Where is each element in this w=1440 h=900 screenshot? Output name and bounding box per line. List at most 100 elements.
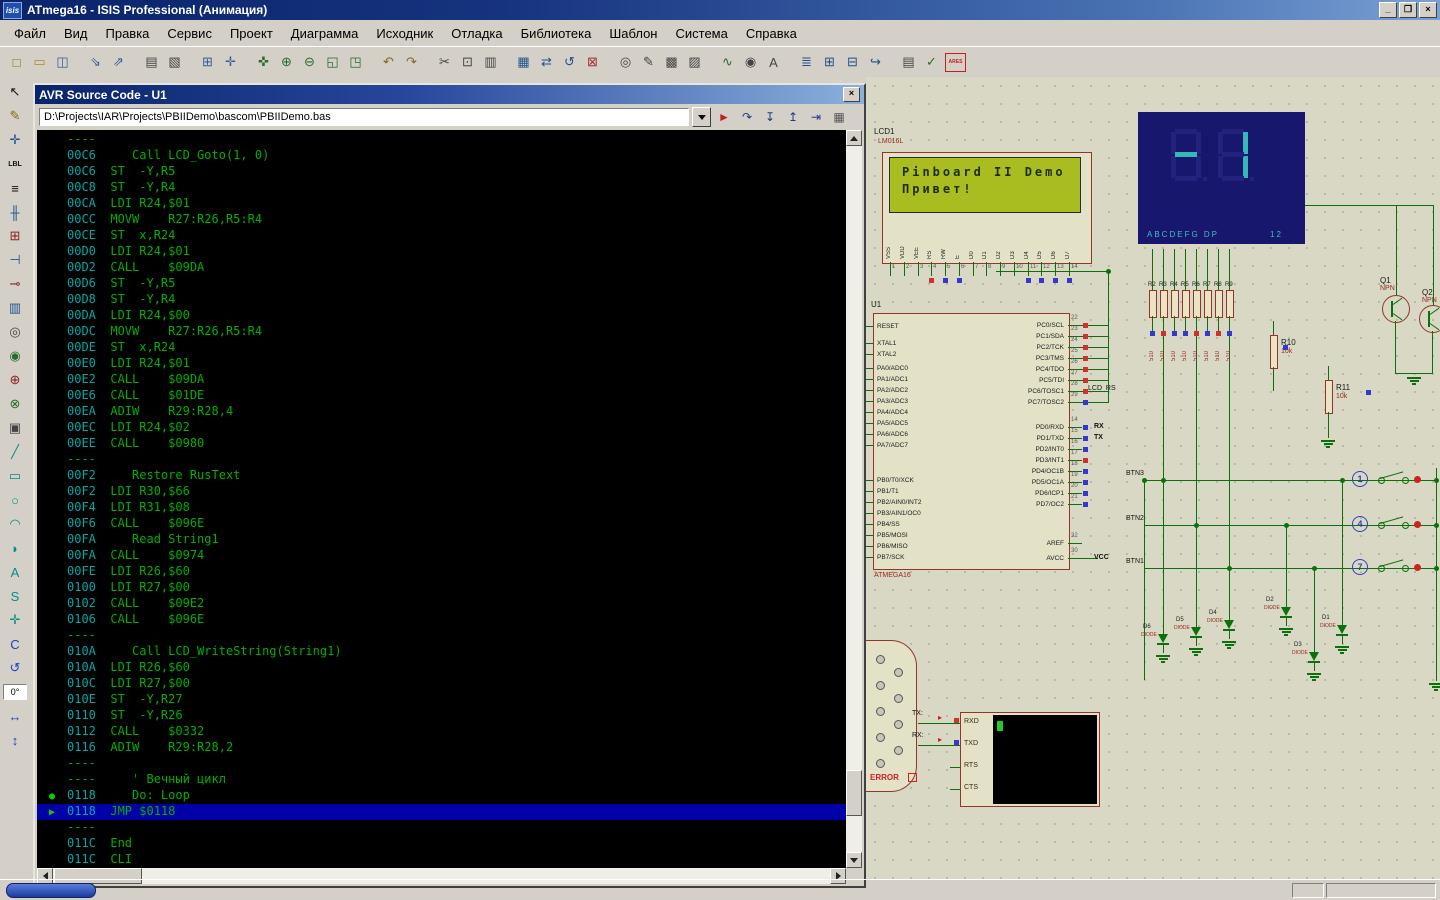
resistor-r11[interactable]	[1325, 380, 1333, 414]
graphics-path-mode[interactable]: ◗	[3, 536, 27, 560]
diode-d4[interactable]	[1224, 620, 1234, 629]
code-line[interactable]: ----	[37, 756, 846, 772]
code-line[interactable]: 00E0 LDI R24,$01	[37, 356, 846, 372]
new-sheet-button[interactable]: ⊞	[818, 51, 841, 74]
current-execution-line[interactable]: ▶0118 JMP $0118	[37, 804, 846, 820]
search-tag-button[interactable]: ◉	[739, 51, 762, 74]
code-line[interactable]: ●0118 Do: Loop	[37, 788, 846, 804]
graphics-symbol-mode[interactable]: S	[3, 584, 27, 608]
code-line[interactable]: 010A LDI R26,$60	[37, 660, 846, 676]
graph-mode[interactable]: ▥	[3, 296, 27, 320]
terminal-mode[interactable]: ⊣	[3, 248, 27, 272]
step-into-button[interactable]: ↧	[760, 107, 780, 127]
code-line[interactable]: ----	[37, 132, 846, 148]
graphics-circle-mode[interactable]: ○	[3, 488, 27, 512]
junction-dot-mode[interactable]: ✛	[3, 128, 27, 152]
scroll-down-button[interactable]	[846, 852, 862, 868]
mark-output-area-button[interactable]: ▧	[163, 51, 186, 74]
schematic-canvas[interactable]: LCD1 LM016L Pinboard II Demo Привет! ABC…	[866, 77, 1440, 880]
wire-label-mode[interactable]: LBL	[3, 152, 27, 176]
import-section-button[interactable]: ⇘	[84, 51, 107, 74]
source-close-button[interactable]: ×	[843, 87, 860, 102]
block-copy-button[interactable]: ▦	[512, 51, 535, 74]
switch-lever[interactable]	[1380, 559, 1403, 567]
code-line[interactable]: 00C6 Call LCD_Goto(1, 0)	[37, 148, 846, 164]
button-actuator[interactable]	[1414, 476, 1421, 483]
cut-button[interactable]: ✂	[433, 51, 456, 74]
netlist-to-ares-button[interactable]: ARES	[945, 53, 966, 72]
run-button[interactable]: ►	[714, 107, 734, 127]
copy-button[interactable]: ⊡	[456, 51, 479, 74]
vertical-scroll-thumb[interactable]	[846, 770, 862, 816]
resistor-r7[interactable]	[1204, 290, 1212, 318]
toggle-grid-button[interactable]: ⊞	[196, 51, 219, 74]
toggle-breakpoint-button[interactable]: ▦	[829, 107, 849, 127]
code-line[interactable]: 00DA LDI R24,$00	[37, 308, 846, 324]
zoom-out-button[interactable]: ⊖	[298, 51, 321, 74]
code-line[interactable]: ---- ' Вечный цикл	[37, 772, 846, 788]
device-pin-mode[interactable]: ⊸	[3, 272, 27, 296]
current-probe-mode[interactable]: ⊗	[3, 392, 27, 416]
electrical-rule-check-button[interactable]: ✓	[920, 51, 943, 74]
resistor-r9[interactable]	[1226, 290, 1234, 318]
code-line[interactable]: ----	[37, 820, 846, 836]
generator-mode[interactable]: ◉	[3, 344, 27, 368]
code-line[interactable]: 00FA Read String1	[37, 532, 846, 548]
code-line[interactable]: 00F2 LDI R30,$66	[37, 484, 846, 500]
code-line[interactable]: 0110 ST -Y,R26	[37, 708, 846, 724]
code-line[interactable]: 00DE ST x,R24	[37, 340, 846, 356]
rotate-clockwise-button[interactable]: C	[3, 632, 27, 656]
code-line[interactable]: 00EE CALL $0980	[37, 436, 846, 452]
code-line[interactable]: 00DC MOVW R27:R26,R5:R4	[37, 324, 846, 340]
menu-item-5[interactable]: Проект	[221, 23, 282, 44]
toggle-origin-button[interactable]: ✛	[219, 51, 242, 74]
packaging-tool-button[interactable]: ▩	[660, 51, 683, 74]
diode-d6[interactable]	[1158, 634, 1168, 643]
code-line[interactable]: 00FA CALL $0974	[37, 548, 846, 564]
menu-item-4[interactable]: Сервис	[158, 23, 221, 44]
code-line[interactable]: ----	[37, 452, 846, 468]
code-line[interactable]: 00C8 ST -Y,R4	[37, 180, 846, 196]
close-button[interactable]: ×	[1419, 2, 1437, 18]
run-to-cursor-button[interactable]: ⇥	[806, 107, 826, 127]
button-key-1[interactable]: 1	[1352, 471, 1368, 487]
virtual-instrument-mode[interactable]: ▣	[3, 416, 27, 440]
instant-edit-mode[interactable]: ✎	[3, 104, 27, 128]
graphics-line-mode[interactable]: ╱	[3, 440, 27, 464]
tape-recorder-mode[interactable]: ◎	[3, 320, 27, 344]
resistor-r5[interactable]	[1182, 290, 1190, 318]
design-explorer-button[interactable]: ≣	[795, 51, 818, 74]
diode-d2[interactable]	[1281, 607, 1291, 616]
resistor-r6[interactable]	[1193, 290, 1201, 318]
code-line[interactable]: 00D2 CALL $09DA	[37, 260, 846, 276]
mirror-vertical-button[interactable]: ↕	[3, 728, 27, 752]
step-out-button[interactable]: ↥	[783, 107, 803, 127]
resistor-r3[interactable]	[1160, 290, 1168, 318]
code-line[interactable]: 0116 ADIW R29:R28,2	[37, 740, 846, 756]
zoom-area-button[interactable]: ◱	[321, 51, 344, 74]
block-move-button[interactable]: ⇄	[535, 51, 558, 74]
wire-autorouter-button[interactable]: ∿	[716, 51, 739, 74]
print-button[interactable]: ▤	[140, 51, 163, 74]
bill-of-materials-button[interactable]: ▤	[897, 51, 920, 74]
switch-lever[interactable]	[1380, 516, 1403, 524]
menu-item-11[interactable]: Система	[666, 23, 736, 44]
decompose-button[interactable]: ▨	[683, 51, 706, 74]
menu-item-9[interactable]: Библиотека	[512, 23, 601, 44]
code-line[interactable]: 00E6 CALL $01DE	[37, 388, 846, 404]
new-design-button[interactable]: □	[5, 51, 28, 74]
transistor-q1[interactable]	[1382, 295, 1410, 323]
code-line[interactable]: 010E ST -Y,R27	[37, 692, 846, 708]
menu-item-1[interactable]: Файл	[5, 23, 55, 44]
combobox-dropdown-button[interactable]	[692, 107, 711, 127]
rotate-anticlockwise-button[interactable]: ↺	[3, 656, 27, 680]
code-line[interactable]: 00F2 Restore RusText	[37, 468, 846, 484]
diode-d1[interactable]	[1337, 625, 1347, 634]
save-design-button[interactable]: ◫	[51, 51, 74, 74]
serial-connector[interactable]	[866, 640, 917, 792]
paste-button[interactable]: ▥	[479, 51, 502, 74]
code-line[interactable]: 011C CLI	[37, 852, 846, 868]
switch-lever[interactable]	[1380, 471, 1403, 479]
property-assignment-button[interactable]: A	[762, 51, 785, 74]
vertical-scrollbar[interactable]	[846, 130, 862, 868]
